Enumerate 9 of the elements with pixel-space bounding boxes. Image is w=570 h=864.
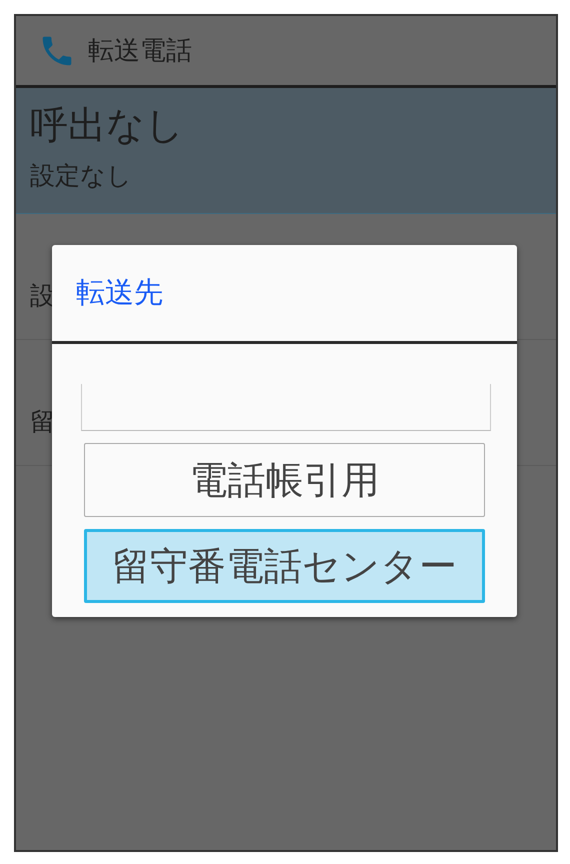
item-subtitle: 留 xyxy=(30,406,55,438)
item-title: 呼出なし xyxy=(30,102,184,149)
option-button[interactable]: 電話帳引用 xyxy=(84,443,485,517)
item-subtitle: 設定なし xyxy=(30,160,132,192)
number-input-field[interactable] xyxy=(80,384,490,431)
screen-title: 転送電話 xyxy=(88,35,192,68)
dialog-title: 転送先 xyxy=(76,274,163,311)
item-subtitle: 設 xyxy=(30,280,55,312)
option-button[interactable]: 留守番電話センター xyxy=(84,529,485,603)
